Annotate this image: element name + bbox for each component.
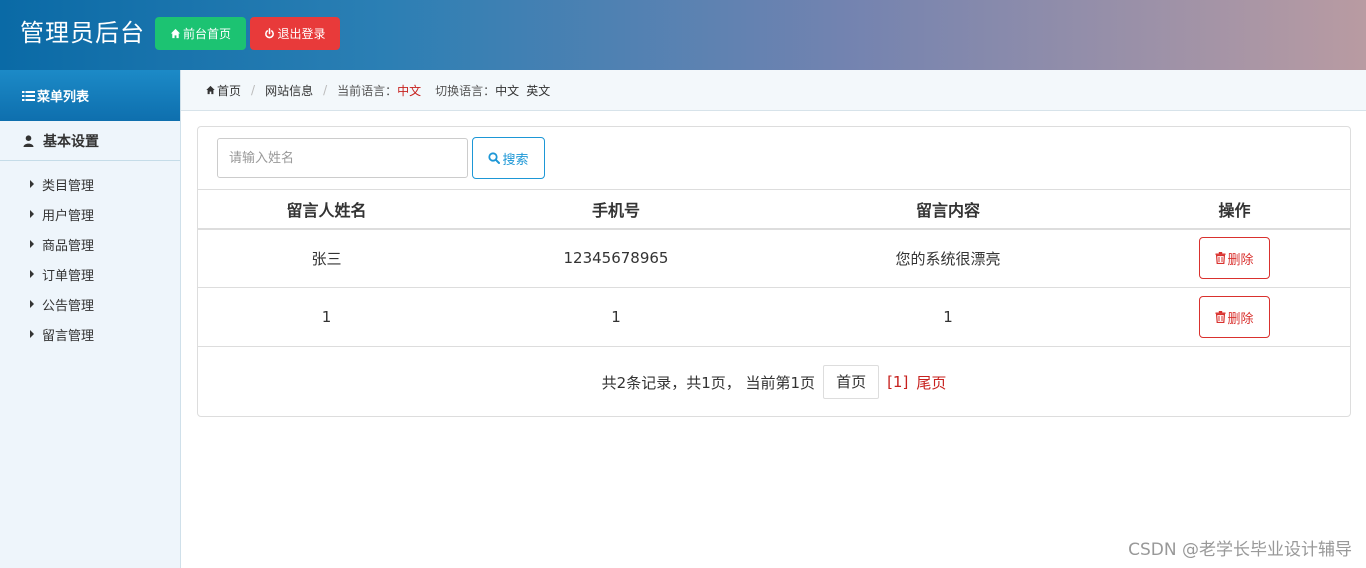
delete-button-label: 删除	[1227, 252, 1254, 268]
caret-right-icon	[30, 180, 34, 188]
sidebar-item-category[interactable]: 类目管理	[0, 169, 180, 199]
breadcrumb-separator: /	[323, 83, 328, 97]
search-button[interactable]: 搜索	[472, 137, 545, 179]
cell-actions: 删除	[1119, 287, 1350, 347]
logout-label: 退出登录	[277, 27, 326, 41]
caret-right-icon	[30, 300, 34, 308]
logout-button[interactable]: 退出登录	[250, 17, 340, 50]
trash-icon	[1215, 252, 1226, 265]
name-search-input[interactable]	[217, 138, 468, 178]
caret-right-icon	[30, 240, 34, 248]
sidebar-item-messages[interactable]: 留言管理	[0, 319, 180, 349]
list-icon	[22, 90, 35, 101]
current-page-link[interactable]: [1]	[887, 373, 908, 391]
sidebar-item-orders[interactable]: 订单管理	[0, 259, 180, 289]
sidebar-heading-label: 菜单列表	[37, 90, 90, 105]
frontend-home-label: 前台首页	[182, 27, 231, 41]
home-icon	[206, 85, 215, 95]
app-title: 管理员后台	[20, 19, 145, 47]
caret-right-icon	[30, 210, 34, 218]
cell-name: 1	[198, 287, 455, 347]
user-icon	[23, 134, 34, 147]
messages-table: 留言人姓名 手机号 留言内容 操作 张三 12345678965 您的系统很漂亮…	[198, 189, 1350, 347]
trash-icon	[1215, 311, 1226, 323]
table-row: 1 1 1 删除	[198, 287, 1350, 347]
top-header: 管理员后台 前台首页 退出登录	[0, 0, 1366, 70]
column-header-name: 留言人姓名	[198, 189, 455, 230]
search-icon	[488, 152, 501, 164]
language-chinese-link[interactable]: 中文	[495, 82, 519, 99]
frontend-home-button[interactable]: 前台首页	[155, 17, 246, 50]
switch-language-label: 切换语言：	[435, 83, 496, 98]
message-list-panel: 搜索 留言人姓名 手机号 留言内容 操作 张三 12345678965 您的系统…	[197, 126, 1351, 417]
current-language-label: 当前语言：	[337, 83, 398, 98]
last-page-link[interactable]: 尾页	[916, 372, 946, 393]
sidebar-group-label: 基本设置	[43, 133, 99, 150]
caret-right-icon	[30, 330, 34, 338]
breadcrumb-home-link[interactable]: 首页	[217, 82, 241, 99]
breadcrumb: 首页 / 网站信息 / 当前语言： 中文 切换语言： 中文 英文	[181, 70, 1366, 111]
sidebar-item-products[interactable]: 商品管理	[0, 229, 180, 259]
column-header-actions: 操作	[1119, 189, 1350, 230]
pagination-summary: 共2条记录，共1页， 当前第1页	[601, 373, 816, 392]
delete-button-label: 删除	[1227, 311, 1254, 327]
sidebar-item-users[interactable]: 用户管理	[0, 199, 180, 229]
power-icon	[265, 28, 275, 39]
delete-button[interactable]: 删除	[1199, 237, 1270, 280]
sidebar-item-announcements[interactable]: 公告管理	[0, 289, 180, 319]
cell-phone: 1	[455, 287, 777, 347]
home-icon	[170, 28, 181, 39]
sidebar-item-label: 公告管理	[42, 298, 95, 314]
breadcrumb-separator: /	[251, 83, 256, 97]
sidebar-group-basic-settings[interactable]: 基本设置	[0, 121, 180, 161]
breadcrumb-site-info[interactable]: 网站信息	[265, 82, 313, 99]
search-button-label: 搜索	[502, 152, 529, 168]
caret-right-icon	[30, 270, 34, 278]
sidebar: 菜单列表 基本设置 类目管理 用户管理 商品管理 订单管理 公告管理 留言管理	[0, 70, 181, 568]
current-language-value: 中文	[397, 83, 422, 98]
first-page-button[interactable]: 首页	[823, 365, 880, 399]
sidebar-item-label: 留言管理	[42, 328, 95, 344]
delete-button[interactable]: 删除	[1199, 296, 1270, 338]
table-row: 张三 12345678965 您的系统很漂亮 删除	[198, 228, 1350, 288]
sidebar-item-label: 用户管理	[42, 208, 95, 224]
sidebar-item-list: 类目管理 用户管理 商品管理 订单管理 公告管理 留言管理	[0, 161, 180, 349]
language-english-link[interactable]: 英文	[526, 82, 550, 99]
watermark: CSDN @老学长毕业设计辅导	[1128, 540, 1352, 560]
sidebar-item-label: 订单管理	[42, 268, 95, 284]
column-header-content: 留言内容	[777, 189, 1119, 230]
cell-phone: 12345678965	[455, 228, 777, 288]
sidebar-item-label: 商品管理	[42, 238, 95, 254]
table-header-row: 留言人姓名 手机号 留言内容 操作	[198, 189, 1350, 230]
sidebar-item-label: 类目管理	[42, 178, 95, 194]
cell-content: 您的系统很漂亮	[777, 228, 1119, 288]
column-header-phone: 手机号	[455, 189, 777, 230]
cell-name: 张三	[198, 228, 455, 288]
pagination: 共2条记录，共1页， 当前第1页 首页 [1] 尾页	[198, 364, 1350, 400]
cell-actions: 删除	[1119, 228, 1350, 288]
cell-content: 1	[777, 287, 1119, 347]
sidebar-menu-heading: 菜单列表	[0, 70, 180, 121]
